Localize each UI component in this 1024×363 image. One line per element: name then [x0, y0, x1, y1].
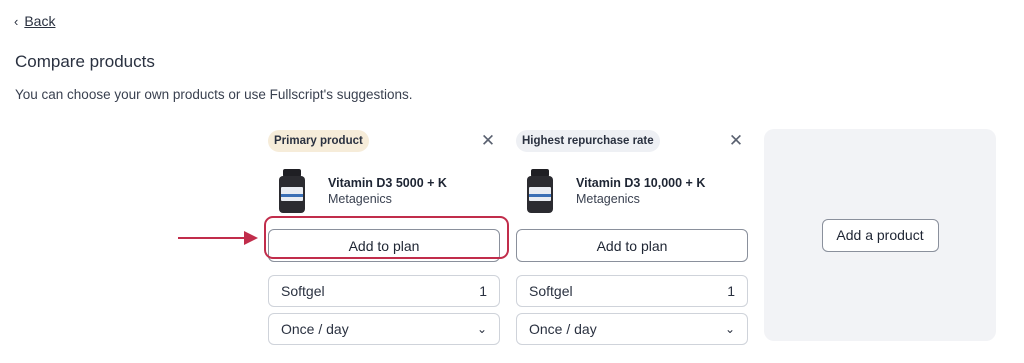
close-icon[interactable]: ✕: [479, 131, 497, 150]
close-icon[interactable]: ✕: [727, 131, 745, 150]
dosage-form-value: Softgel: [529, 283, 573, 299]
product-info: Vitamin D3 5000 + K Metagenics: [268, 168, 501, 214]
arrow-right-icon: [178, 231, 258, 245]
dosage-form-field[interactable]: Softgel 1: [516, 275, 748, 307]
repurchase-rate-badge: Highest repurchase rate: [516, 130, 660, 152]
add-product-card: Add a product: [764, 129, 996, 341]
chevron-left-icon: ‹: [14, 13, 19, 29]
frequency-value: Once / day: [281, 321, 349, 337]
product-name: Vitamin D3 5000 + K: [328, 176, 447, 190]
product-info: Vitamin D3 10,000 + K Metagenics: [516, 168, 749, 214]
primary-product-badge: Primary product: [268, 130, 369, 152]
quantity-value: 1: [727, 283, 735, 299]
compare-column-suggested: Highest repurchase rate ✕ Vitamin D3 10,…: [516, 128, 749, 345]
back-label[interactable]: Back: [24, 13, 55, 29]
back-link[interactable]: ‹ Back: [14, 13, 55, 29]
product-brand: Metagenics: [328, 192, 392, 206]
add-product-button[interactable]: Add a product: [821, 218, 939, 252]
page-title: Compare products: [15, 52, 155, 71]
dosage-form-value: Softgel: [281, 283, 325, 299]
column-header: Highest repurchase rate ✕: [516, 128, 749, 154]
quantity-value: 1: [479, 283, 487, 299]
product-bottle-image: [278, 169, 306, 213]
page-subtitle: You can choose your own products or use …: [15, 87, 413, 102]
add-to-plan-button[interactable]: Add to plan: [516, 229, 748, 262]
frequency-select[interactable]: Once / day ⌄: [268, 313, 500, 345]
product-brand: Metagenics: [576, 192, 640, 206]
highlight-outline: [264, 216, 509, 259]
chevron-down-icon: ⌄: [724, 322, 735, 336]
frequency-select[interactable]: Once / day ⌄: [516, 313, 748, 345]
frequency-value: Once / day: [529, 321, 597, 337]
dosage-form-field[interactable]: Softgel 1: [268, 275, 500, 307]
product-bottle-image: [526, 169, 554, 213]
chevron-down-icon: ⌄: [476, 322, 487, 336]
column-header: Primary product ✕: [268, 128, 501, 154]
product-name: Vitamin D3 10,000 + K: [576, 176, 706, 190]
